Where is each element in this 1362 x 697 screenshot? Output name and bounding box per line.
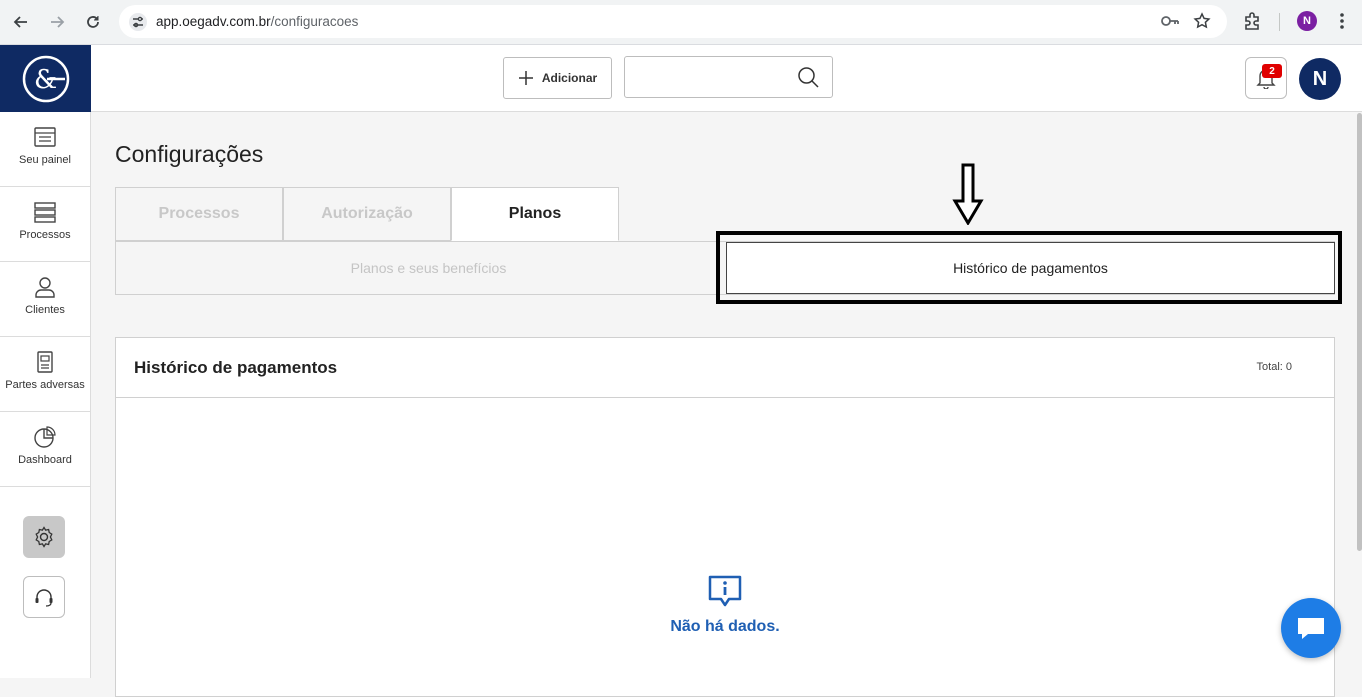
chat-button[interactable]	[1281, 598, 1341, 658]
sidebar-item-partes-adversas[interactable]: Partes adversas	[0, 337, 90, 412]
subtab-historico-pagamentos[interactable]: Histórico de pagamentos	[726, 242, 1335, 294]
list-icon	[34, 202, 56, 223]
sidebar-item-label: Dashboard	[18, 454, 72, 466]
card-title: Histórico de pagamentos	[134, 358, 338, 377]
card-header: Histórico de pagamentos Total: 0	[116, 338, 1334, 398]
page-title: Configurações	[115, 141, 264, 167]
panel-icon	[34, 127, 56, 147]
settings-button[interactable]	[23, 516, 65, 558]
url-text: app.oegadv.com.br/configuracoes	[156, 14, 358, 29]
headset-icon	[35, 589, 53, 607]
subtab-bar: Planos e seus benefícios Histórico de pa…	[115, 241, 1335, 295]
subtab-planos-beneficios[interactable]: Planos e seus benefícios	[116, 242, 741, 294]
app-logo[interactable]: &	[0, 45, 91, 112]
notifications-button[interactable]: 2	[1245, 57, 1287, 99]
payment-history-card: Histórico de pagamentos Total: 0 Não há …	[115, 337, 1335, 697]
browser-toolbar: app.oegadv.com.br/configuracoes N	[0, 0, 1362, 45]
key-icon[interactable]	[1160, 13, 1180, 34]
search-box[interactable]	[624, 56, 833, 98]
ampersand-logo-icon: &	[22, 55, 69, 102]
sidebar-item-seu-painel[interactable]: Seu painel	[0, 112, 90, 187]
add-button[interactable]: Adicionar	[503, 57, 612, 99]
sidebar-item-dashboard[interactable]: Dashboard	[0, 412, 90, 487]
tab-processos[interactable]: Processos	[115, 187, 283, 241]
user-icon	[35, 277, 55, 298]
toolbar-separator	[1279, 13, 1280, 31]
sidebar: & Seu painel Processos Clientes Partes a…	[0, 45, 91, 678]
back-icon[interactable]	[11, 12, 31, 32]
bookmark-star-icon[interactable]	[1193, 12, 1211, 35]
notification-badge: 2	[1262, 64, 1282, 78]
browser-profile-avatar[interactable]: N	[1297, 11, 1317, 31]
url-path: /configuracoes	[270, 14, 359, 29]
sidebar-item-label: Clientes	[25, 304, 65, 316]
top-bar: Adicionar 2 N	[91, 45, 1362, 112]
sidebar-item-label: Partes adversas	[5, 379, 85, 391]
tab-autorizacao[interactable]: Autorização	[283, 187, 451, 241]
document-icon	[37, 351, 53, 373]
search-input[interactable]	[633, 65, 793, 89]
site-info-icon[interactable]	[128, 12, 148, 37]
search-icon[interactable]	[797, 66, 819, 93]
url-host: app.oegadv.com.br	[156, 14, 271, 29]
sidebar-item-clientes[interactable]: Clientes	[0, 262, 90, 337]
empty-message: Não há dados.	[670, 618, 780, 635]
sidebar-item-label: Seu painel	[19, 154, 71, 166]
tab-planos[interactable]: Planos	[451, 187, 619, 241]
reload-icon[interactable]	[83, 12, 103, 32]
plus-icon	[518, 71, 533, 85]
extensions-icon[interactable]	[1242, 11, 1262, 36]
empty-state: Não há dados.	[116, 574, 1334, 636]
settings-icon	[35, 526, 53, 548]
browser-menu-icon[interactable]	[1334, 11, 1350, 36]
page-scrollbar[interactable]	[1357, 113, 1362, 551]
user-avatar[interactable]: N	[1299, 58, 1341, 100]
down-arrow-annotation-icon	[952, 163, 984, 225]
card-total: Total: 0	[1256, 361, 1292, 373]
forward-icon[interactable]	[47, 12, 67, 32]
info-message-icon	[708, 575, 742, 607]
support-button[interactable]	[23, 576, 65, 618]
chat-bubble-icon	[1298, 618, 1324, 639]
address-bar[interactable]: app.oegadv.com.br/configuracoes	[119, 5, 1227, 38]
pie-chart-icon	[34, 426, 56, 448]
add-button-label: Adicionar	[541, 71, 598, 85]
sidebar-item-label: Processos	[19, 229, 71, 241]
sidebar-item-processos[interactable]: Processos	[0, 187, 90, 262]
